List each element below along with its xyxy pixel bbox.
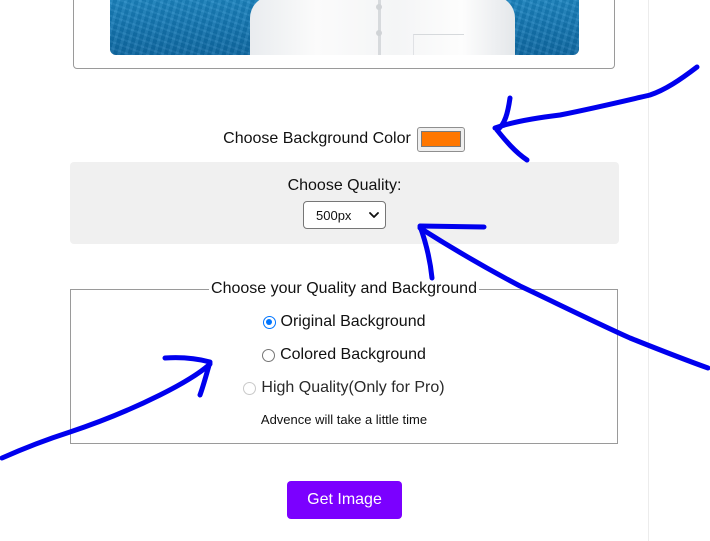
radio-button-disabled — [243, 381, 257, 395]
radio-label: Original Background — [280, 313, 426, 330]
background-color-label: Choose Background Color — [223, 130, 411, 147]
background-color-row: Choose Background Color — [0, 125, 688, 153]
chevron-down-icon — [369, 212, 379, 218]
radio-colored-background[interactable]: Colored Background — [0, 346, 688, 364]
quality-label: Choose Quality: — [287, 177, 402, 194]
radio-label: High Quality(Only for Pro) — [261, 379, 445, 396]
shirt-shape — [250, 0, 515, 55]
quality-select[interactable]: 500px — [303, 201, 386, 229]
radio-original-background[interactable]: Original Background — [0, 313, 688, 331]
annotation-arrows — [0, 64, 710, 461]
quality-panel: Choose Quality: 500px — [70, 162, 619, 244]
radio-label: Colored Background — [280, 346, 426, 363]
radio-button[interactable] — [262, 315, 276, 329]
shirt-button — [376, 4, 382, 10]
advance-note: Advence will take a little time — [260, 412, 428, 427]
background-color-picker[interactable] — [416, 126, 465, 152]
options-legend: Choose your Quality and Background — [0, 280, 688, 298]
options-legend-text: Choose your Quality and Background — [209, 280, 479, 297]
shirt-pocket — [413, 34, 464, 55]
page: Choose Background Color Choose Quality: … — [0, 0, 710, 541]
color-swatch — [420, 131, 461, 147]
quality-select-value: 500px — [316, 207, 352, 223]
radio-high-quality: High Quality(Only for Pro) — [0, 379, 688, 397]
get-image-button[interactable]: Get Image — [287, 481, 402, 519]
arrow-to-color-picker — [492, 64, 700, 131]
radio-button[interactable] — [262, 348, 276, 362]
divider — [648, 0, 649, 541]
shirt-button — [376, 30, 382, 36]
result-image — [110, 0, 579, 55]
